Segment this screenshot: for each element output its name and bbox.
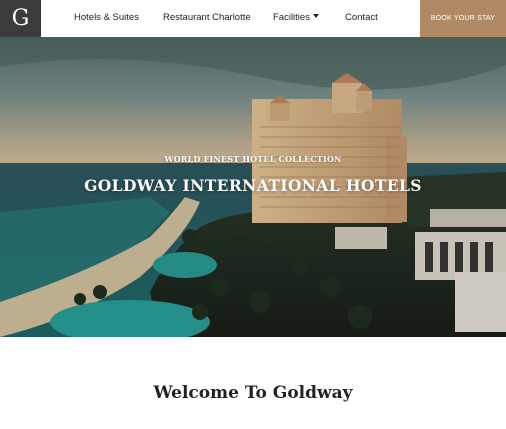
site-header: G Hotels & Suites Restaurant Charlotte F… (0, 0, 506, 37)
hero-subtitle: WORLD FINEST HOTEL COLLECTION (164, 154, 342, 164)
hero-title: GOLDWAY INTERNATIONAL HOTELS (84, 176, 422, 195)
welcome-heading: Welcome To Goldway (153, 383, 353, 403)
logo[interactable]: G (0, 0, 41, 37)
caret-down-icon (312, 14, 319, 19)
hero-banner: WORLD FINEST HOTEL COLLECTION GOLDWAY IN… (0, 37, 506, 337)
nav-hotels-suites[interactable]: Hotels & Suites (74, 0, 139, 37)
book-your-stay-button[interactable]: BOOK YOUR STAY (420, 0, 506, 37)
nav-facilities-label: Facilities (273, 12, 310, 23)
nav-restaurant-charlotte[interactable]: Restaurant Charlotte (163, 0, 251, 37)
nav-facilities[interactable]: Facilities (273, 0, 319, 37)
nav-contact[interactable]: Contact (345, 0, 378, 37)
